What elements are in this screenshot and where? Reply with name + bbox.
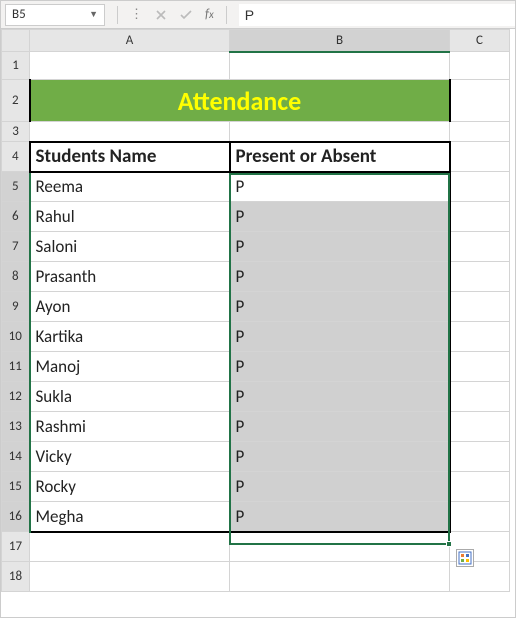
cell-status[interactable]: P [230, 262, 450, 292]
chevron-down-icon[interactable]: ▼ [89, 9, 98, 20]
cell[interactable] [450, 142, 510, 172]
cell[interactable] [450, 52, 510, 80]
cell-name[interactable]: Megha [30, 502, 230, 532]
cell-name[interactable]: Ayon [30, 292, 230, 322]
cell[interactable] [450, 262, 510, 292]
cell-name[interactable]: Rashmi [30, 412, 230, 442]
row-header[interactable]: 11 [2, 352, 30, 382]
cell-status[interactable]: P [230, 412, 450, 442]
formula-bar-row: B5 ▼ ⋮ fx [1, 1, 515, 29]
cell[interactable] [450, 352, 510, 382]
cell[interactable] [230, 52, 450, 80]
cell[interactable] [230, 562, 450, 592]
cell-status[interactable]: P [230, 502, 450, 532]
cell-status[interactable]: P [230, 352, 450, 382]
cell[interactable] [450, 172, 510, 202]
row-header[interactable]: 2 [2, 80, 30, 122]
cell-name[interactable]: Kartika [30, 322, 230, 352]
formula-input[interactable] [239, 4, 515, 26]
cell-status[interactable]: P [230, 202, 450, 232]
row-header[interactable]: 3 [2, 122, 30, 142]
row-header[interactable]: 18 [2, 562, 30, 592]
row-header[interactable]: 5 [2, 172, 30, 202]
cell-status[interactable]: P [230, 322, 450, 352]
divider [117, 6, 118, 24]
row-header[interactable]: 8 [2, 262, 30, 292]
cell-name[interactable]: Manoj [30, 352, 230, 382]
cell-name[interactable]: Rahul [30, 202, 230, 232]
row-header[interactable]: 16 [2, 502, 30, 532]
cell[interactable] [450, 202, 510, 232]
divider [226, 6, 227, 24]
cell-name[interactable]: Rocky [30, 472, 230, 502]
edit-bar: ⋮ fx [109, 1, 235, 28]
flash-fill-icon[interactable] [456, 549, 474, 567]
cell-status[interactable]: P [230, 232, 450, 262]
check-icon[interactable] [179, 9, 193, 21]
cell[interactable] [450, 502, 510, 532]
spreadsheet-grid[interactable]: A B C 1 2 Attendance 3 4 Students Name P… [1, 29, 515, 592]
col-header-a[interactable]: A [30, 30, 230, 52]
cell[interactable] [450, 122, 510, 142]
row-header[interactable]: 4 [2, 142, 30, 172]
cell-name[interactable]: Prasanth [30, 262, 230, 292]
cell[interactable] [450, 412, 510, 442]
row-header[interactable]: 7 [2, 232, 30, 262]
cell-status[interactable]: P [230, 292, 450, 322]
cell-name[interactable]: Vicky [30, 442, 230, 472]
row-header[interactable]: 12 [2, 382, 30, 412]
cell[interactable] [450, 80, 510, 122]
row-header[interactable]: 10 [2, 322, 30, 352]
cell[interactable] [30, 52, 230, 80]
cell[interactable] [30, 532, 230, 562]
row-header[interactable]: 13 [2, 412, 30, 442]
cell-name[interactable]: Reema [30, 172, 230, 202]
cell[interactable] [450, 292, 510, 322]
cell[interactable] [30, 122, 230, 142]
cancel-icon[interactable] [155, 9, 167, 21]
header-present-absent[interactable]: Present or Absent [230, 142, 450, 172]
cell[interactable] [450, 442, 510, 472]
cell[interactable] [450, 382, 510, 412]
cell[interactable] [230, 532, 450, 562]
cell[interactable] [450, 322, 510, 352]
cell[interactable] [450, 232, 510, 262]
cell-status[interactable]: P [230, 442, 450, 472]
cell-name[interactable]: Sukla [30, 382, 230, 412]
cell-status[interactable]: P [230, 472, 450, 502]
ellipsis-icon[interactable]: ⋮ [130, 7, 143, 22]
cell[interactable] [450, 472, 510, 502]
row-header[interactable]: 17 [2, 532, 30, 562]
name-box-value: B5 [12, 7, 26, 22]
cell[interactable] [30, 562, 230, 592]
row-header[interactable]: 15 [2, 472, 30, 502]
cell-status[interactable]: P [230, 172, 450, 202]
row-header[interactable]: 14 [2, 442, 30, 472]
cell-name[interactable]: Saloni [30, 232, 230, 262]
title-cell[interactable]: Attendance [30, 80, 450, 122]
fx-icon[interactable]: fx [205, 7, 214, 22]
row-header[interactable]: 6 [2, 202, 30, 232]
select-all-corner[interactable] [2, 30, 30, 52]
row-header[interactable]: 1 [2, 52, 30, 80]
cell-status[interactable]: P [230, 382, 450, 412]
col-header-b[interactable]: B [230, 30, 450, 52]
col-header-c[interactable]: C [450, 30, 510, 52]
name-box[interactable]: B5 ▼ [5, 4, 105, 26]
cell[interactable] [230, 122, 450, 142]
row-header[interactable]: 9 [2, 292, 30, 322]
header-students-name[interactable]: Students Name [30, 142, 230, 172]
